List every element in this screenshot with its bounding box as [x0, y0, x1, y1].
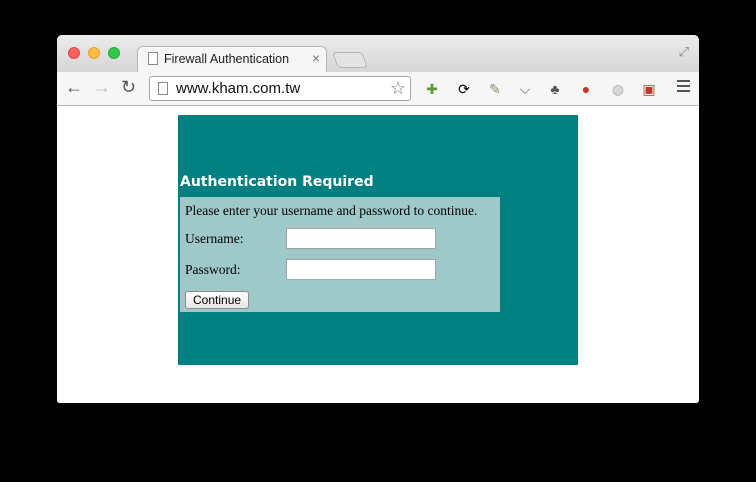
new-tab-button[interactable] [332, 52, 368, 68]
bookmark-star-icon[interactable]: ☆ [390, 78, 406, 98]
maximize-window-button[interactable] [108, 47, 120, 59]
globe-icon[interactable]: ◍ [609, 80, 627, 98]
browser-toolbar: ← → ↻ www.kham.com.tw ☆ ✚ ⟳ ✎ ⌵ ♣ ● ◍ ▣ [57, 72, 699, 106]
reload-button[interactable]: ↻ [121, 76, 136, 98]
login-form: Please enter your username and password … [180, 197, 500, 312]
browser-window: Firewall Authentication × ⤢ ← → ↻ www.kh… [57, 35, 699, 403]
url-text[interactable]: www.kham.com.tw [176, 80, 300, 97]
username-field[interactable] [286, 228, 436, 249]
instruction-text: Please enter your username and password … [185, 203, 478, 218]
password-label: Password: [185, 262, 241, 277]
tab-title: Firewall Authentication [164, 52, 290, 66]
tab-close-icon[interactable]: × [312, 50, 320, 66]
pocket-icon[interactable]: ⌵ [516, 80, 534, 98]
tool-icon[interactable]: ✎ [486, 80, 504, 98]
sync-icon[interactable]: ⟳ [455, 80, 473, 98]
page-content: Authentication Required Please enter you… [57, 106, 699, 403]
page-icon [158, 82, 168, 95]
page-title: Authentication Required [180, 174, 374, 190]
puzzle-icon[interactable]: ✚ [423, 80, 441, 98]
bookmark-card-icon[interactable]: ▣ [640, 80, 658, 98]
back-button[interactable]: ← [65, 76, 83, 98]
menu-icon[interactable] [677, 80, 690, 95]
password-field[interactable] [286, 259, 436, 280]
minimize-window-button[interactable] [88, 47, 100, 59]
address-bar[interactable]: www.kham.com.tw ☆ [149, 76, 411, 101]
close-window-button[interactable] [68, 47, 80, 59]
title-bar: Firewall Authentication × ⤢ [57, 35, 699, 72]
evernote-icon[interactable]: ♣ [546, 80, 564, 98]
tab-firewall-authentication[interactable]: Firewall Authentication × [137, 46, 327, 72]
fullscreen-icon[interactable]: ⤢ [679, 44, 689, 60]
forward-button[interactable]: → [93, 76, 111, 98]
page-icon [148, 52, 158, 65]
username-label: Username: [185, 231, 244, 246]
auth-panel: Authentication Required Please enter you… [178, 115, 578, 365]
continue-button[interactable]: Continue [185, 291, 250, 309]
santa-cookie-icon[interactable]: ● [577, 80, 595, 98]
